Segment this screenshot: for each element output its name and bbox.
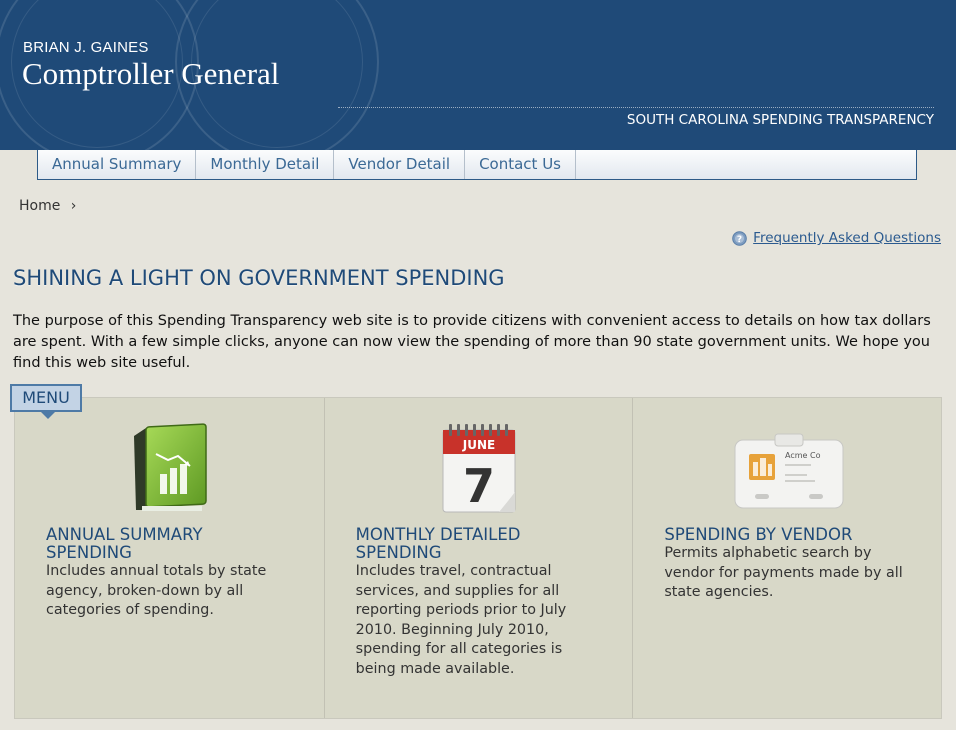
- nav-contact-us[interactable]: Contact Us: [465, 150, 576, 179]
- breadcrumb-home[interactable]: Home: [19, 198, 60, 214]
- nav-monthly-detail[interactable]: Monthly Detail: [196, 150, 335, 179]
- help-icon: ?: [732, 230, 747, 246]
- card-heading[interactable]: SPENDING BY VENDOR: [664, 526, 852, 544]
- intro-text: The purpose of this Spending Transparenc…: [13, 313, 931, 371]
- breadcrumb: Home ›: [19, 198, 76, 214]
- menu-card-annual-summary[interactable]: ANNUAL SUMMARY SPENDING Includes annual …: [15, 398, 324, 718]
- site-header: BRIAN J. GAINES Comptroller General SOUT…: [0, 0, 956, 150]
- site-title[interactable]: Comptroller General: [22, 56, 279, 92]
- badge-company: Acme Co: [785, 451, 821, 460]
- chevron-right-icon: ›: [70, 198, 77, 214]
- page-title: SHINING A LIGHT ON GOVERNMENT SPENDING: [13, 266, 505, 290]
- menu-tab: MENU: [10, 384, 82, 419]
- site-subtitle: SOUTH CAROLINA SPENDING TRANSPARENCY: [626, 112, 934, 128]
- menu-card-vendor[interactable]: Acme Co SPENDING BY VENDOR Permits alpha…: [632, 398, 942, 718]
- faq-label[interactable]: Frequently Asked Questions: [753, 230, 941, 246]
- calendar-icon[interactable]: JUNE 7: [439, 422, 519, 518]
- calendar-day: 7: [463, 459, 495, 513]
- calendar-month: JUNE: [461, 438, 494, 452]
- faq-link[interactable]: ? Frequently Asked Questions: [732, 230, 941, 246]
- menu-card-monthly-detail[interactable]: JUNE 7 MONTHLY DETAILED SPENDING Include…: [323, 398, 633, 718]
- official-name: BRIAN J. GAINES: [23, 39, 149, 56]
- menu-panel: ANNUAL SUMMARY SPENDING Includes annual …: [14, 397, 942, 719]
- nav-vendor-detail[interactable]: Vendor Detail: [334, 150, 466, 179]
- card-heading[interactable]: ANNUAL SUMMARY SPENDING: [46, 526, 203, 562]
- card-description: Includes annual totals by state agency, …: [46, 563, 267, 618]
- nav-annual-summary[interactable]: Annual Summary: [38, 150, 197, 179]
- card-description: Permits alphabetic search by vendor for …: [664, 545, 903, 600]
- main-nav: Annual Summary Monthly Detail Vendor Det…: [37, 150, 917, 180]
- header-divider: [338, 107, 934, 108]
- id-badge-icon[interactable]: Acme Co: [733, 432, 845, 514]
- green-book-chart-icon[interactable]: [128, 422, 212, 518]
- card-description: Includes travel, contractual services, a…: [355, 563, 567, 677]
- card-heading[interactable]: MONTHLY DETAILED SPENDING: [356, 526, 521, 562]
- svg-text:?: ?: [737, 235, 742, 245]
